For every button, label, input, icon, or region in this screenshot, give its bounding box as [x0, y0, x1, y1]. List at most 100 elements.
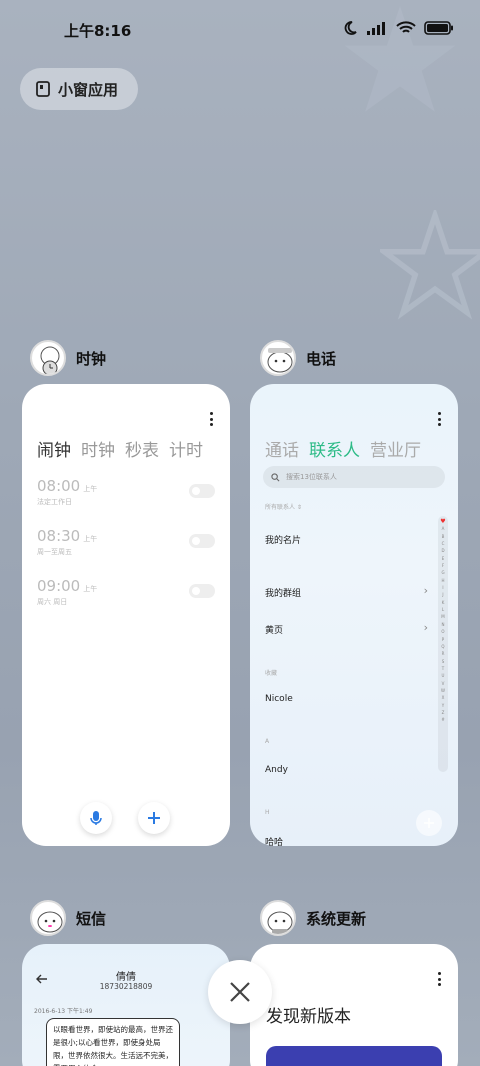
app-name-system-update: 系统更新: [306, 909, 367, 928]
alphabet-index-letter[interactable]: K: [442, 599, 445, 606]
alphabet-index-letter[interactable]: X: [442, 694, 445, 701]
app-label-system-update: 系统更新: [260, 900, 366, 936]
status-bar: 上午8:16: [0, 0, 480, 60]
add-alarm-button[interactable]: [138, 802, 170, 834]
alarm-toggle[interactable]: [189, 534, 215, 548]
alarm-repeat: 周一至周五: [37, 548, 72, 556]
search-placeholder: 搜索13位联系人: [286, 473, 337, 481]
app-label-phone: 电话: [260, 340, 336, 376]
section-header: A: [265, 738, 270, 745]
signal-icon: [367, 22, 385, 35]
close-all-button[interactable]: [208, 960, 272, 1024]
alphabet-index-letter[interactable]: Q: [441, 643, 444, 650]
alphabet-index-letter[interactable]: U: [442, 672, 445, 679]
alphabet-index-letter[interactable]: A: [442, 525, 445, 532]
alarm-ampm: 上午: [83, 485, 98, 493]
more-options-icon[interactable]: [210, 412, 214, 426]
background-star: [380, 210, 480, 320]
alphabet-index-letter[interactable]: O: [441, 628, 444, 635]
alphabet-index-letter[interactable]: ♥: [440, 518, 445, 525]
alphabet-index-letter[interactable]: F: [442, 562, 444, 569]
alarm-time: 09:00: [37, 577, 81, 595]
sms-app-card[interactable]: 倩倩 18730218809 2016-6-13 下午1:49 以眼看世界，即使…: [22, 944, 230, 1066]
alphabet-index-letter[interactable]: #: [441, 716, 444, 723]
alphabet-index-letter[interactable]: G: [441, 569, 444, 576]
yellow-pages-row[interactable]: 黄页: [265, 623, 283, 636]
alphabet-index-letter[interactable]: N: [442, 621, 445, 628]
contact-row[interactable]: Andy: [265, 765, 288, 775]
app-label-sms: 短信: [30, 900, 106, 936]
status-time: 上午8:16: [64, 22, 132, 40]
alphabet-index-letter[interactable]: T: [442, 665, 444, 672]
chevron-right-icon: ›: [423, 584, 428, 597]
alphabet-index-letter[interactable]: E: [442, 555, 445, 562]
clock-app-card[interactable]: 闹钟 时钟 秒表 计时 08:00 上午 法定工作日 08:30 上午 周一至周五 …: [22, 384, 230, 846]
search-icon: [271, 472, 280, 481]
alphabet-index-letter[interactable]: H: [441, 577, 444, 584]
floating-window-label: 小窗应用: [58, 80, 119, 99]
contact-row[interactable]: 哈哈: [265, 835, 283, 846]
app-label-clock: 时钟: [30, 340, 106, 376]
tab-clock[interactable]: 时钟: [81, 436, 115, 461]
alphabet-index-letter[interactable]: L: [442, 606, 444, 613]
conversation-contact-name: 倩倩: [116, 972, 136, 983]
tab-timer[interactable]: 计时: [169, 436, 203, 461]
alarm-toggle[interactable]: [189, 584, 215, 598]
alphabet-index-letter[interactable]: V: [442, 680, 445, 687]
alphabet-index-letter[interactable]: J: [442, 591, 443, 598]
alarm-time: 08:00: [37, 477, 81, 495]
alphabet-index-letter[interactable]: D: [441, 547, 444, 554]
alphabet-index-bar[interactable]: ♥ A B C D E F G H I J K L M N O P Q R S T U V W X Y Z #: [438, 516, 448, 772]
alphabet-index-letter[interactable]: B: [442, 533, 445, 540]
alphabet-index-letter[interactable]: I: [442, 584, 443, 591]
tab-service-hall[interactable]: 营业厅: [370, 436, 421, 461]
phone-app-icon: [260, 340, 296, 376]
app-name-phone: 电话: [306, 349, 337, 368]
plus-icon: [424, 818, 434, 828]
alphabet-index-letter[interactable]: W: [441, 687, 445, 694]
alphabet-index-letter[interactable]: M: [441, 613, 444, 620]
chevron-right-icon: ›: [423, 621, 428, 634]
alarm-toggle[interactable]: [189, 484, 215, 498]
my-card-row[interactable]: 我的名片: [265, 533, 301, 546]
microphone-icon: [90, 811, 102, 825]
sms-app-icon: [30, 900, 66, 936]
moon-icon: [344, 21, 357, 35]
app-name-sms: 短信: [76, 909, 107, 928]
floating-window-icon: [36, 81, 50, 97]
battery-icon: [424, 21, 453, 35]
update-button[interactable]: [266, 1046, 442, 1066]
alphabet-index-letter[interactable]: S: [442, 658, 445, 665]
more-options-icon[interactable]: [438, 972, 442, 986]
app-name-clock: 时钟: [76, 349, 107, 368]
section-header: H: [265, 809, 270, 816]
alphabet-index-letter[interactable]: Z: [442, 709, 445, 716]
tab-alarm[interactable]: 闹钟: [37, 436, 71, 461]
conversation-contact-number: 18730218809: [99, 982, 153, 991]
alphabet-index-letter[interactable]: C: [442, 540, 445, 547]
voice-alarm-button[interactable]: [80, 802, 112, 834]
alphabet-index-letter[interactable]: Y: [442, 702, 444, 709]
tab-calls[interactable]: 通话: [265, 436, 299, 461]
tab-stopwatch[interactable]: 秒表: [125, 436, 159, 461]
contact-row[interactable]: Nicole: [265, 694, 293, 704]
contact-filter[interactable]: 所有联系人 ⇕: [265, 502, 302, 511]
section-header-favorites: 收藏: [265, 670, 278, 677]
system-update-app-card[interactable]: 发现新版本: [250, 944, 458, 1066]
system-update-app-icon: [260, 900, 296, 936]
alphabet-index-letter[interactable]: R: [442, 650, 445, 657]
my-groups-row[interactable]: 我的群组: [265, 586, 301, 599]
update-title: 发现新版本: [266, 1007, 351, 1027]
more-options-icon[interactable]: [438, 412, 442, 426]
add-contact-button[interactable]: [416, 810, 442, 836]
floating-window-button[interactable]: 小窗应用: [20, 68, 138, 110]
alphabet-index-letter[interactable]: P: [442, 636, 444, 643]
message-timestamp: 2016-6-13 下午1:49: [34, 1008, 93, 1015]
alarm-repeat: 周六 周日: [37, 598, 68, 606]
alarm-time: 08:30: [37, 527, 81, 545]
tab-contacts[interactable]: 联系人: [309, 436, 360, 461]
contact-search-input[interactable]: 搜索13位联系人: [263, 466, 445, 488]
clock-app-icon: [30, 340, 66, 376]
phone-app-card[interactable]: 通话 联系人 营业厅 搜索13位联系人 所有联系人 ⇕ 我的名片 我的群组 › …: [250, 384, 458, 846]
message-bubble[interactable]: 以眼看世界，即使站的最高，世界还是很小;以心看世界，即使身处局限，世界依然很大。…: [46, 1018, 180, 1066]
